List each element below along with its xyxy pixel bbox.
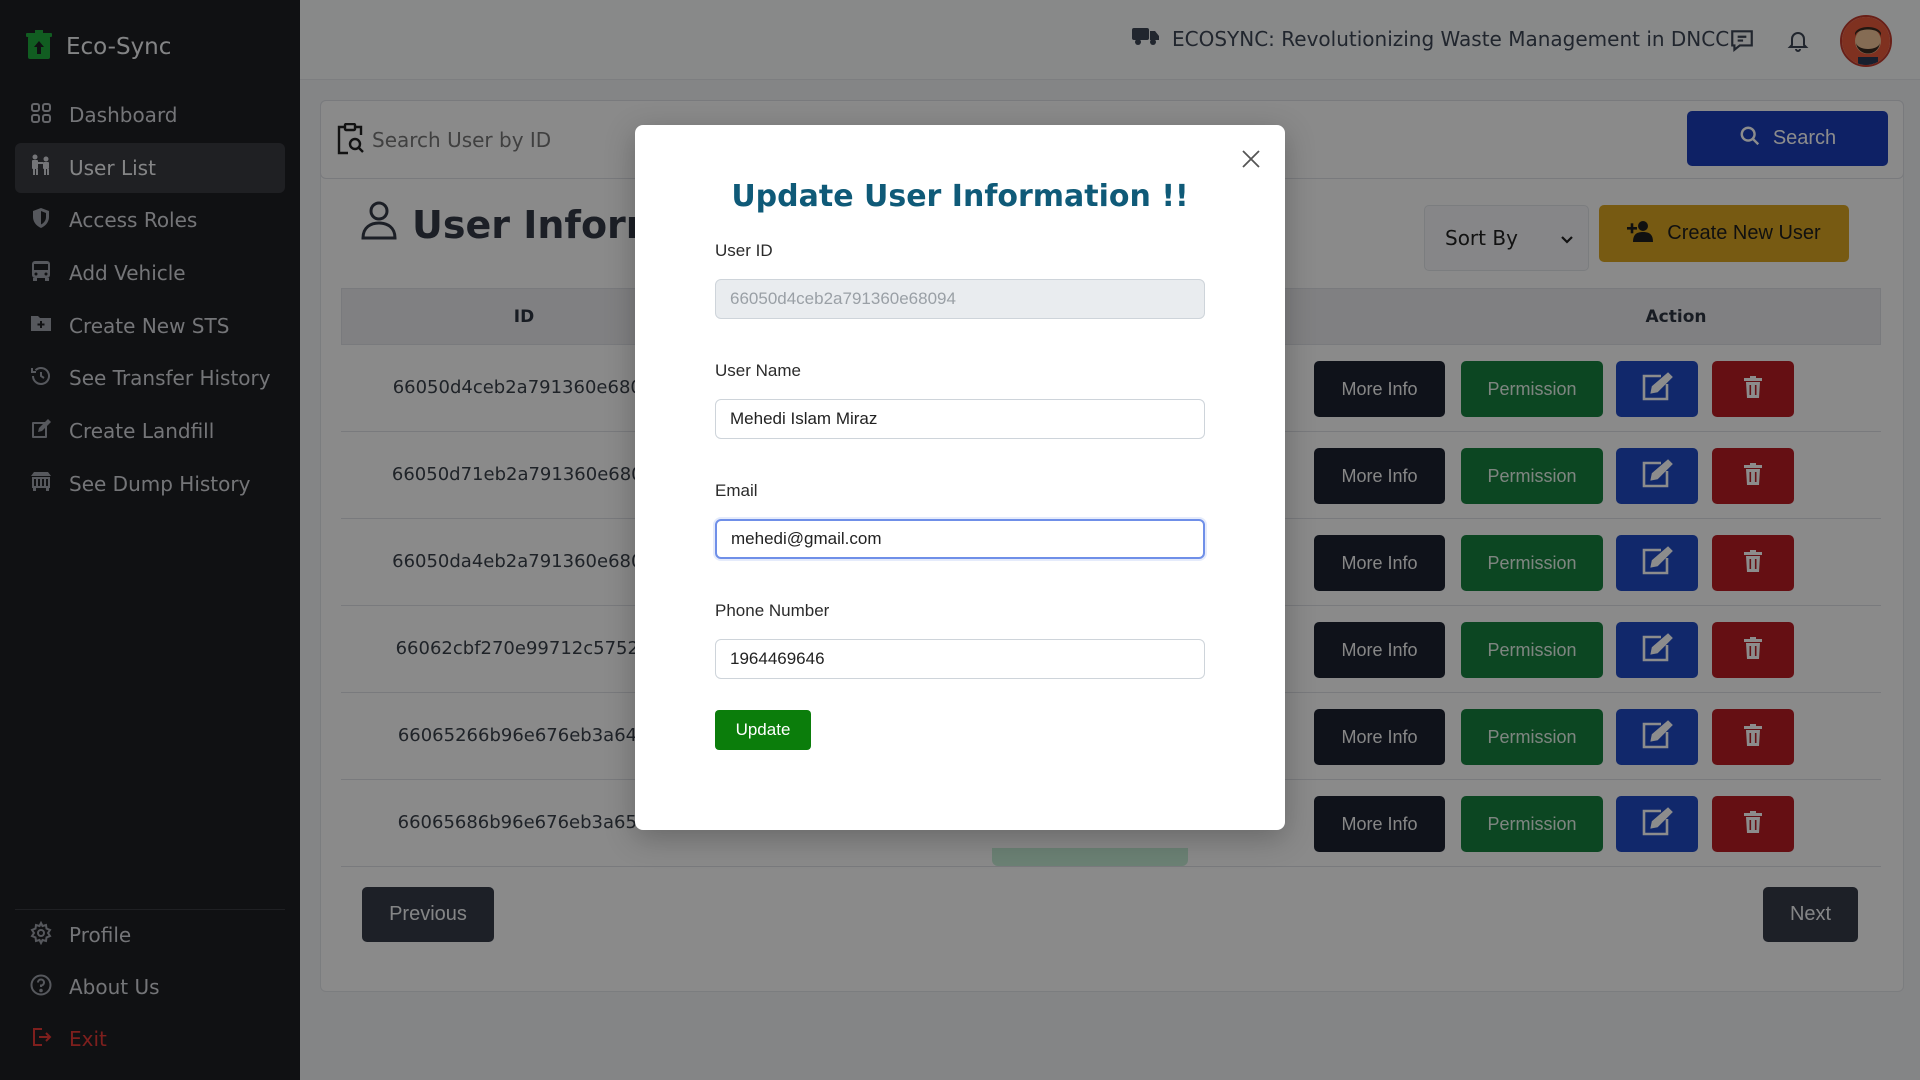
user-name-field[interactable] [715, 399, 1205, 439]
phone-number-label: Phone Number [715, 601, 830, 620]
phone-number-field[interactable] [715, 639, 1205, 679]
email-label: Email [715, 481, 758, 500]
update-user-modal: Update User Information !! User ID User … [635, 125, 1285, 830]
user-name-label: User Name [715, 361, 801, 380]
update-button[interactable]: Update [715, 710, 811, 750]
user-id-label: User ID [715, 241, 773, 260]
close-icon[interactable] [1237, 145, 1265, 173]
user-id-field [715, 279, 1205, 319]
email-field[interactable] [715, 519, 1205, 559]
modal-title: Update User Information !! [731, 179, 1189, 214]
